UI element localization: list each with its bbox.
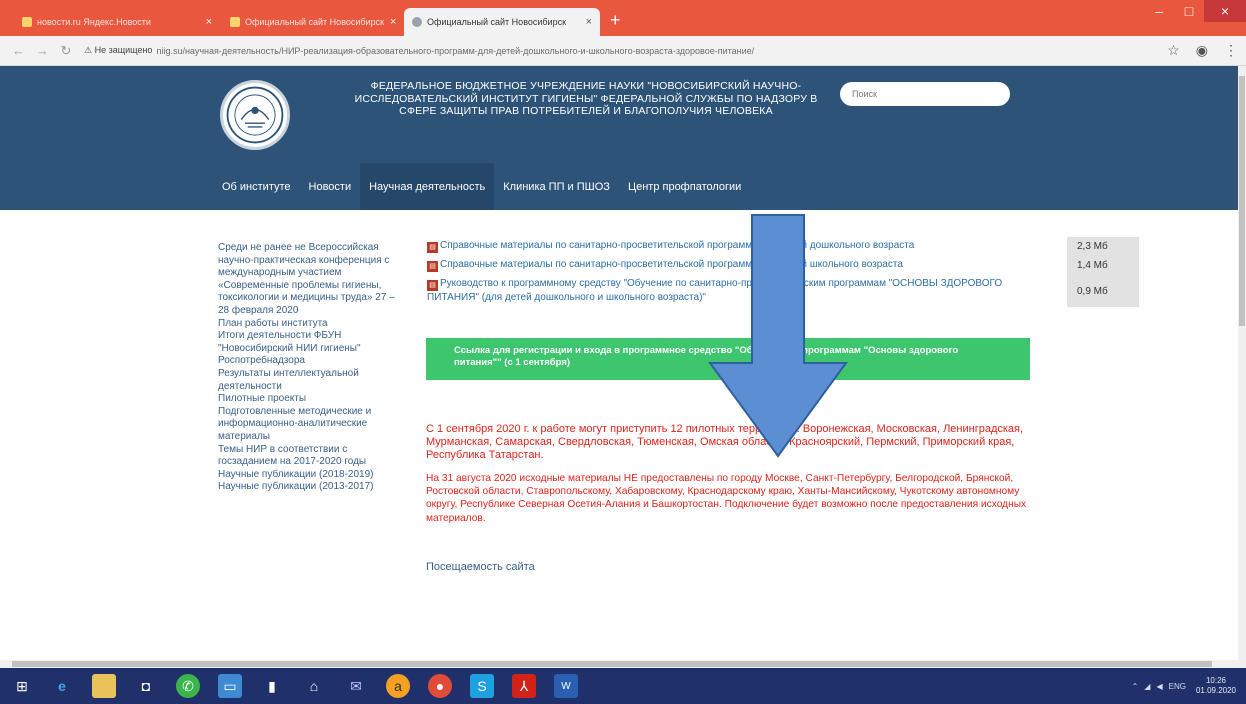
tray-sound-icon[interactable]: ◀: [1156, 682, 1162, 691]
acrobat-icon[interactable]: ⅄: [512, 674, 536, 698]
word-icon[interactable]: W: [554, 674, 578, 698]
system-tray: ⌃ ◢ ◀ ENG 10:26 01.09.2020: [1126, 668, 1236, 704]
site-favicon-icon: [230, 17, 240, 27]
tab-2-label: Официальный сайт Новосибирск: [245, 17, 385, 27]
sidebar-menu: Среди не ранее не Всероссийская научно-п…: [218, 242, 403, 494]
sidebar-item-work-plan[interactable]: План работы института: [218, 318, 403, 331]
clock-time: 10:26: [1205, 676, 1226, 685]
skype-icon[interactable]: S: [470, 674, 494, 698]
minimize-icon[interactable]: –: [1144, 0, 1174, 22]
sidebar-item-intellectual[interactable]: Результаты интеллектуальной деятельности: [218, 368, 403, 393]
account-icon[interactable]: ◉: [1196, 42, 1208, 59]
browser-tab-3-active[interactable]: Официальный сайт Новосибирск ×: [404, 8, 600, 36]
file-size: 1,4 Мб: [1067, 256, 1139, 275]
site-favicon-icon: [412, 17, 422, 27]
sidebar-item-pilot-projects[interactable]: Пилотные проекты: [218, 393, 403, 406]
close-window-icon[interactable]: ×: [1204, 0, 1246, 22]
sidebar-item-publications-2018[interactable]: Научные публикации (2018-2019): [218, 469, 403, 482]
whatsapp-icon[interactable]: ✆: [176, 674, 200, 698]
back-arrow-icon[interactable]: ←: [12, 43, 25, 58]
bookmark-star-icon[interactable]: ☆: [1167, 42, 1180, 59]
vertical-scrollbar[interactable]: [1238, 66, 1246, 668]
close-tab-2-icon[interactable]: ×: [384, 16, 396, 28]
nav-item-occupational-center[interactable]: Центр профпатологии: [619, 163, 750, 210]
browser-tab-2[interactable]: Официальный сайт Новосибирск ×: [222, 8, 402, 36]
close-tab-1-icon[interactable]: ×: [200, 16, 212, 28]
sidebar-item-materials[interactable]: Подготовленные методические и информацио…: [218, 406, 403, 444]
down-arrow-annotation-icon: [708, 214, 848, 458]
tray-arrow-icon[interactable]: ⌃: [1132, 682, 1139, 691]
pdf-file-icon: ▤: [427, 261, 438, 272]
file-size: 2,3 Мб: [1067, 237, 1139, 256]
avast-icon[interactable]: a: [386, 674, 410, 698]
main-navigation: Об институте Новости Научная деятельност…: [213, 163, 750, 210]
nav-item-science[interactable]: Научная деятельность: [360, 163, 495, 210]
file-size: 0,9 Мб: [1067, 275, 1139, 307]
chrome-icon[interactable]: ●: [428, 674, 452, 698]
computer-icon[interactable]: ▭: [218, 674, 242, 698]
forward-arrow-icon[interactable]: →: [36, 43, 49, 58]
site-search-input[interactable]: [840, 82, 1010, 106]
clock[interactable]: 10:26 01.09.2020: [1196, 676, 1236, 696]
url-field[interactable]: ⚠ Не защищено niig.su/научная-деятельнос…: [84, 40, 1159, 62]
tab-3-label: Официальный сайт Новосибирск: [427, 17, 567, 27]
reload-icon[interactable]: ↻: [60, 43, 72, 59]
page-viewport: ФЕДЕРАЛЬНОЕ БЮДЖЕТНОЕ УЧРЕЖДЕНИЕ НАУКИ "…: [0, 66, 1246, 668]
window-controls: – □ ×: [1144, 0, 1246, 28]
nav-item-about[interactable]: Об институте: [213, 163, 300, 210]
edge-icon[interactable]: e: [50, 674, 74, 698]
sidebar-item-research-topics[interactable]: Темы НИР в соответствии с госзаданием на…: [218, 444, 403, 469]
yandex-favicon-icon: [22, 17, 32, 27]
institute-logo[interactable]: [220, 80, 290, 150]
missing-materials-notice: На 31 августа 2020 исходные материалы НЕ…: [426, 473, 1027, 524]
browser-menu-icon[interactable]: ⋮: [1224, 42, 1238, 59]
new-tab-button[interactable]: +: [610, 11, 621, 29]
file-explorer-icon[interactable]: [92, 674, 116, 698]
site-visits-link[interactable]: Посещаемость сайта: [426, 561, 535, 573]
pdf-file-icon: ▤: [427, 242, 438, 253]
tray-language[interactable]: ENG: [1169, 682, 1186, 691]
tray-network-icon[interactable]: ◢: [1144, 682, 1150, 691]
browser-tab-strip: новости.ru Яндекс.Новости × Официальный …: [0, 0, 1246, 36]
windows-start-icon[interactable]: ⊞: [10, 674, 34, 698]
site-header: ФЕДЕРАЛЬНОЕ БЮДЖЕТНОЕ УЧРЕЖДЕНИЕ НАУКИ "…: [0, 66, 1238, 210]
browser-tab-1[interactable]: новости.ru Яндекс.Новости ×: [14, 8, 220, 36]
clock-date: 01.09.2020: [1195, 686, 1236, 695]
address-bar: ← → ↻ ⚠ Не защищено niig.su/научная-деят…: [0, 36, 1246, 66]
mail-icon[interactable]: ✉: [344, 674, 368, 698]
windows-taskbar: ⊞ e ◘ ✆ ▭ ▮ ⌂ ✉ a ● S ⅄ W ⌃ ◢ ◀ ENG 10:2…: [0, 668, 1246, 704]
url-text: niig.su/научная-деятельность/НИР-реализа…: [156, 45, 755, 56]
vertical-scrollbar-thumb[interactable]: [1239, 76, 1245, 326]
sidebar-item-publications-2013[interactable]: Научные публикации (2013-2017): [218, 481, 403, 494]
sidebar-item-conference[interactable]: Среди не ранее не Всероссийская научно-п…: [218, 242, 403, 318]
tab-1-label: новости.ru Яндекс.Новости: [37, 17, 151, 27]
office-icon[interactable]: ◘: [134, 674, 158, 698]
nav-item-clinic[interactable]: Клиника ПП и ПШОЗ: [494, 163, 619, 210]
pdf-file-icon: ▤: [427, 280, 438, 291]
maximize-icon[interactable]: □: [1174, 0, 1204, 22]
emblem-icon: [226, 86, 284, 144]
sidebar-item-results[interactable]: Итоги деятельности ФБУН "Новосибирский Н…: [218, 330, 403, 368]
file-icon[interactable]: ▮: [260, 674, 284, 698]
horizontal-scrollbar[interactable]: [0, 660, 1238, 668]
close-tab-3-icon[interactable]: ×: [580, 16, 592, 28]
horizontal-scrollbar-thumb[interactable]: [12, 661, 1212, 667]
nav-item-news[interactable]: Новости: [300, 163, 361, 210]
home-icon[interactable]: ⌂: [302, 674, 326, 698]
institute-title: ФЕДЕРАЛЬНОЕ БЮДЖЕТНОЕ УЧРЕЖДЕНИЕ НАУКИ "…: [354, 80, 818, 117]
security-warning-label[interactable]: ⚠ Не защищено: [84, 45, 152, 56]
